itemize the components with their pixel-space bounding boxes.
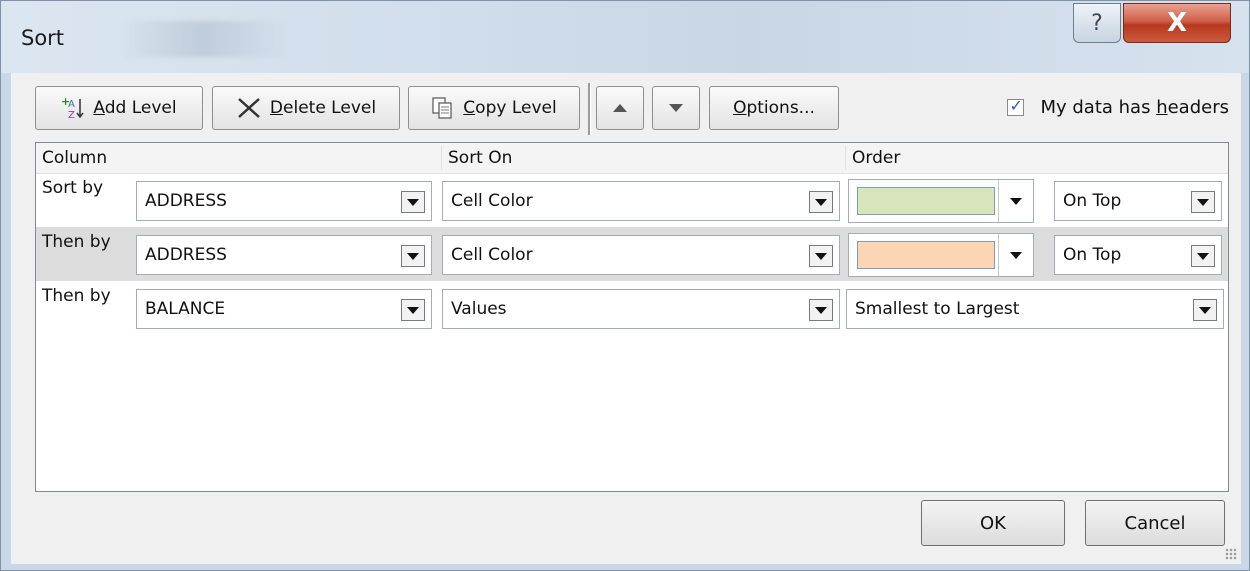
headers-label-start: My data has xyxy=(1040,97,1157,118)
color-swatch-peach xyxy=(857,241,995,269)
copy-level-button[interactable]: Copy Level xyxy=(408,86,580,130)
chevron-down-icon[interactable] xyxy=(1191,245,1215,267)
svg-text:Z: Z xyxy=(68,110,75,120)
order-header: Order xyxy=(852,148,901,168)
column-select-value: ADDRESS xyxy=(145,191,227,211)
options-button[interactable]: Options... xyxy=(709,86,839,130)
sort-on-select-value: Cell Color xyxy=(451,191,533,211)
close-icon: X xyxy=(1166,8,1188,38)
sort-on-select[interactable]: Cell Color xyxy=(442,181,840,221)
headers-label-end: eaders xyxy=(1167,97,1229,118)
order-color-select[interactable] xyxy=(848,179,1034,223)
move-up-button[interactable] xyxy=(596,86,644,130)
chevron-down-icon[interactable] xyxy=(998,180,1033,222)
ok-button[interactable]: OK xyxy=(921,500,1065,546)
headers-label-accel: h xyxy=(1156,97,1168,118)
chevron-down-icon[interactable] xyxy=(401,191,425,213)
sort-az-add-icon: + A Z xyxy=(61,96,85,120)
delete-level-button[interactable]: Delete Level xyxy=(212,86,400,130)
add-level-label: dd Level xyxy=(104,98,177,118)
options-label: ptions... xyxy=(746,98,815,118)
dialog-title: Sort xyxy=(21,26,65,50)
move-down-button[interactable] xyxy=(652,86,700,130)
options-accel: O xyxy=(733,98,747,118)
help-button[interactable]: ? xyxy=(1073,3,1121,43)
position-select-value: On Top xyxy=(1063,245,1122,265)
sort-on-select[interactable]: Cell Color xyxy=(442,235,840,275)
chevron-down-icon[interactable] xyxy=(809,299,833,321)
column-select-value: ADDRESS xyxy=(145,245,227,265)
position-select-value: On Top xyxy=(1063,191,1122,211)
row-label: Sort by xyxy=(42,178,104,198)
sort-on-select[interactable]: Values xyxy=(442,289,840,329)
order-color-select[interactable] xyxy=(848,233,1034,277)
position-select[interactable]: On Top xyxy=(1054,181,1222,221)
sort-dialog: Sort ? X + A Z Add Level Delete Level Co… xyxy=(0,0,1250,571)
sort-on-select-value: Cell Color xyxy=(451,245,533,265)
order-select-value: Smallest to Largest xyxy=(855,299,1020,319)
chevron-down-icon[interactable] xyxy=(809,245,833,267)
close-button[interactable]: X xyxy=(1123,3,1231,43)
add-level-button[interactable]: + A Z Add Level xyxy=(35,86,203,130)
sort-level-row[interactable]: Sort by ADDRESS Cell Color On Top xyxy=(36,173,1228,227)
toolbar-separator xyxy=(588,83,591,135)
copy-pages-icon xyxy=(431,96,455,120)
delete-level-label: elete Level xyxy=(283,98,377,118)
copy-level-accel: C xyxy=(463,98,476,118)
copy-level-label: opy Level xyxy=(475,98,557,118)
x-delete-icon xyxy=(236,96,262,120)
title-bar[interactable]: Sort ? X xyxy=(1,1,1249,73)
arrow-down-icon xyxy=(668,98,684,118)
order-select[interactable]: Smallest to Largest xyxy=(846,289,1224,329)
sort-on-select-value: Values xyxy=(451,299,507,319)
grid-header: Column Sort On Order xyxy=(36,143,1228,174)
background-ghost xyxy=(119,21,289,57)
sort-on-header: Sort On xyxy=(442,146,846,170)
sort-level-row[interactable]: Then by ADDRESS Cell Color On Top xyxy=(36,227,1228,281)
help-icon: ? xyxy=(1091,10,1103,36)
delete-level-accel: D xyxy=(269,98,284,118)
chevron-down-icon[interactable] xyxy=(401,245,425,267)
svg-text:A: A xyxy=(68,99,75,110)
column-select[interactable]: ADDRESS xyxy=(136,181,432,221)
add-level-accel: A xyxy=(93,98,105,118)
column-select[interactable]: ADDRESS xyxy=(136,235,432,275)
chevron-down-icon[interactable] xyxy=(401,299,425,321)
column-select[interactable]: BALANCE xyxy=(136,289,432,329)
column-select-value: BALANCE xyxy=(145,299,226,319)
chevron-down-icon[interactable] xyxy=(1191,191,1215,213)
column-header: Column xyxy=(36,146,442,170)
my-data-has-headers-checkbox[interactable]: My data has headers xyxy=(1007,96,1229,118)
chevron-down-icon[interactable] xyxy=(998,234,1033,276)
chevron-down-icon[interactable] xyxy=(1193,299,1217,321)
arrow-up-icon xyxy=(612,98,628,118)
cancel-button[interactable]: Cancel xyxy=(1085,500,1225,546)
position-select[interactable]: On Top xyxy=(1054,235,1222,275)
chevron-down-icon[interactable] xyxy=(809,191,833,213)
checkbox-checked[interactable] xyxy=(1007,96,1025,116)
resize-grip-icon[interactable] xyxy=(1225,548,1237,560)
sort-levels-grid: Column Sort On Order Sort by ADDRESS Cel… xyxy=(35,142,1229,492)
row-label: Then by xyxy=(42,286,111,306)
dialog-body: + A Z Add Level Delete Level Copy Level … xyxy=(11,73,1241,564)
row-label: Then by xyxy=(42,232,111,252)
sort-level-row[interactable]: Then by BALANCE Values Smallest to Large… xyxy=(36,281,1228,335)
color-swatch-green xyxy=(857,187,995,215)
